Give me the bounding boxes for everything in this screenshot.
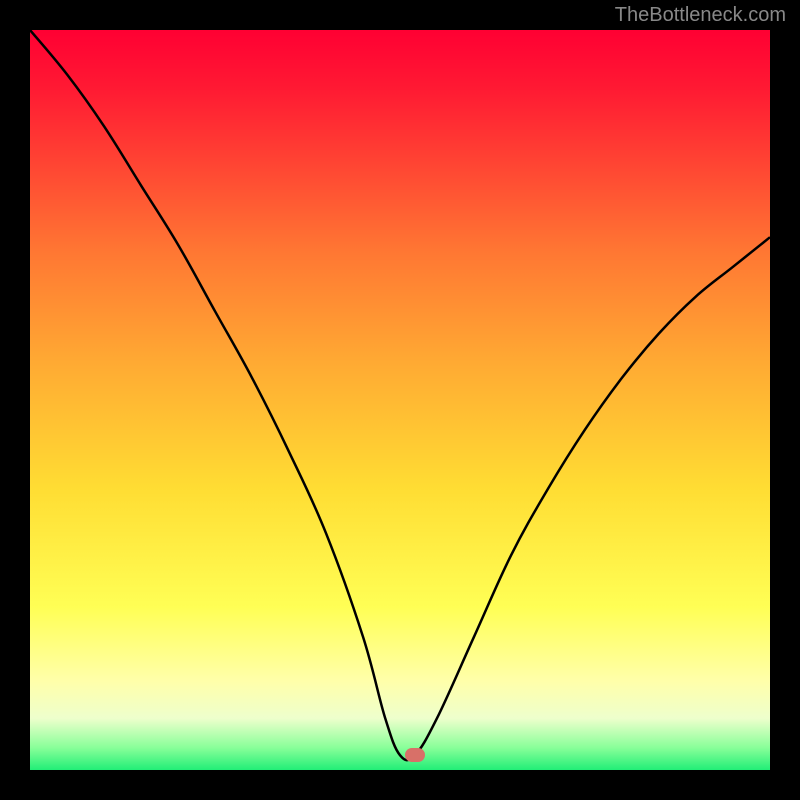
optimal-point-marker bbox=[405, 748, 425, 762]
plot-area bbox=[30, 30, 770, 770]
watermark-text: TheBottleneck.com bbox=[615, 4, 786, 27]
bottleneck-curve bbox=[30, 30, 770, 770]
chart-container: TheBottleneck.com bbox=[0, 0, 800, 800]
